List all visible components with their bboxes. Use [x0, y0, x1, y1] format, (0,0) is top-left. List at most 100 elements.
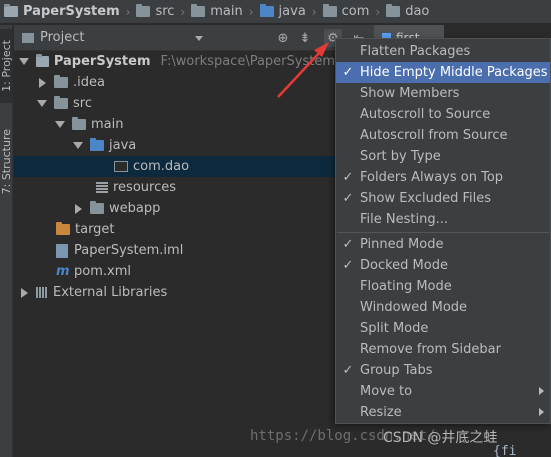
locate-icon[interactable]: ⊕	[274, 29, 292, 47]
menu-item-label: Show Members	[360, 86, 460, 101]
menu-item-windowed-mode[interactable]: Windowed Mode	[336, 297, 550, 318]
menu-item-autoscroll-from-source[interactable]: Autoscroll from Source	[336, 125, 550, 146]
check-icon: ✓	[342, 258, 354, 273]
gear-options-menu: Flatten Packages ✓ Hide Empty Middle Pac…	[335, 38, 551, 424]
chevron-right-icon: ›	[180, 4, 186, 19]
menu-item-move-to[interactable]: Move to	[336, 381, 550, 402]
tree-node-external-libraries[interactable]: External Libraries	[14, 282, 335, 303]
expand-arrow-icon[interactable]	[19, 58, 29, 65]
menu-item-label: Hide Empty Middle Packages	[360, 65, 548, 80]
maven-icon: m	[56, 264, 70, 279]
menu-item-show-excluded-files[interactable]: ✓ Show Excluded Files	[336, 188, 550, 209]
tree-node-src[interactable]: src	[14, 93, 335, 114]
menu-item-label: Pinned Mode	[360, 237, 444, 252]
menu-item-flatten-packages[interactable]: Flatten Packages	[336, 41, 550, 62]
source-folder-icon	[259, 4, 274, 17]
expand-arrow-icon[interactable]	[73, 142, 83, 149]
menu-item-show-members[interactable]: Show Members	[336, 83, 550, 104]
expand-arrow-icon[interactable]	[55, 121, 65, 128]
menu-item-label: Autoscroll from Source	[360, 128, 508, 143]
menu-item-autoscroll-to-source[interactable]: Autoscroll to Source	[336, 104, 550, 125]
collapse-arrow-icon[interactable]	[21, 287, 28, 298]
menu-item-label: Folders Always on Top	[360, 170, 504, 185]
watermark-csdn: CSDN @井底之蛙	[383, 430, 498, 446]
menu-item-split-mode[interactable]: Split Mode	[336, 318, 550, 339]
tree-node-label: main	[91, 117, 124, 132]
check-icon: ✓	[342, 191, 354, 206]
menu-item-resize[interactable]: Resize	[336, 402, 550, 423]
menu-item-label: Floating Mode	[360, 279, 452, 294]
module-file-icon	[56, 243, 68, 258]
tree-node-webapp[interactable]: webapp	[14, 198, 335, 219]
tree-node-iml[interactable]: PaperSystem.iml	[14, 240, 335, 261]
tree-node-label: pom.xml	[74, 264, 131, 279]
tree-node-label: com.dao	[133, 159, 190, 174]
tree-node-target[interactable]: target	[14, 219, 335, 240]
breadcrumb-item-com[interactable]: com	[322, 4, 369, 19]
excluded-folder-icon	[56, 222, 70, 235]
breadcrumb-item-src[interactable]: src	[136, 4, 174, 19]
menu-item-label: Resize	[360, 405, 402, 420]
menu-item-group-tabs[interactable]: ✓ Group Tabs	[336, 360, 550, 381]
tree-node-label: java	[109, 138, 137, 153]
tree-node-pom[interactable]: m pom.xml	[14, 261, 335, 282]
menu-item-docked-mode[interactable]: ✓ Docked Mode	[336, 255, 550, 276]
menu-item-sort-by-type[interactable]: Sort by Type	[336, 146, 550, 167]
tree-node-resources[interactable]: resources	[14, 177, 335, 198]
menu-item-remove-from-sidebar[interactable]: Remove from Sidebar	[336, 339, 550, 360]
library-icon	[36, 287, 47, 298]
menu-item-floating-mode[interactable]: Floating Mode	[336, 276, 550, 297]
project-tree: PaperSystem F:\workspace\PaperSystem .id…	[14, 51, 335, 457]
project-view-icon	[22, 33, 34, 43]
breadcrumb-label: dao	[405, 4, 430, 19]
menu-item-folders-always-on-top[interactable]: ✓ Folders Always on Top	[336, 167, 550, 188]
breadcrumb-label: main	[210, 4, 243, 19]
package-icon	[322, 4, 337, 17]
collapse-all-icon[interactable]: ⇟	[296, 29, 314, 47]
chevron-right-icon: ›	[248, 4, 254, 19]
tree-node-idea[interactable]: .idea	[14, 72, 335, 93]
tree-node-main[interactable]: main	[14, 114, 335, 135]
breadcrumb-item-main[interactable]: main	[191, 4, 243, 19]
tool-tab-structure[interactable]: 7: Structure	[0, 117, 13, 207]
folder-icon	[136, 4, 151, 17]
breadcrumb-label: java	[278, 4, 306, 19]
expand-arrow-icon[interactable]	[37, 100, 47, 107]
menu-item-label: Autoscroll to Source	[360, 107, 491, 122]
breadcrumb-label: src	[155, 4, 175, 19]
project-panel-header: Project ⊕ ⇟ ⚙ ⇤	[14, 25, 374, 51]
breadcrumb: PaperSystem › src › main › java › com › …	[0, 0, 551, 24]
breadcrumb-item-dao[interactable]: dao	[386, 4, 429, 19]
tree-node-label: PaperSystem	[53, 54, 151, 69]
collapse-arrow-icon[interactable]	[39, 77, 46, 88]
menu-item-label: Sort by Type	[360, 149, 441, 164]
tree-node-project[interactable]: PaperSystem F:\workspace\PaperSystem	[14, 51, 335, 72]
tool-tab-project[interactable]: 1: Project	[0, 29, 13, 103]
menu-item-label: Flatten Packages	[360, 44, 471, 59]
folder-icon	[90, 201, 104, 214]
menu-item-hide-empty-middle-packages[interactable]: ✓ Hide Empty Middle Packages	[336, 62, 550, 83]
check-icon: ✓	[342, 237, 354, 252]
panel-title[interactable]: Project	[40, 30, 84, 45]
project-folder-icon	[4, 4, 18, 17]
tree-node-com-dao[interactable]: com.dao	[14, 156, 335, 177]
tool-tab-label: 7: Structure	[0, 129, 13, 195]
tree-node-path: F:\workspace\PaperSystem	[160, 54, 336, 69]
source-folder-icon	[90, 138, 104, 151]
chevron-right-icon: ›	[375, 4, 381, 19]
project-folder-icon	[36, 54, 49, 67]
menu-item-label: Windowed Mode	[360, 300, 468, 315]
code-fragment: {fi	[493, 444, 517, 457]
breadcrumb-label: PaperSystem	[23, 4, 120, 19]
menu-item-pinned-mode[interactable]: ✓ Pinned Mode	[336, 234, 550, 255]
folder-icon	[54, 75, 68, 88]
chevron-down-icon[interactable]	[195, 36, 203, 41]
collapse-arrow-icon[interactable]	[75, 203, 82, 214]
breadcrumb-item-root[interactable]: PaperSystem	[4, 4, 120, 19]
menu-item-label: Move to	[360, 384, 413, 399]
tree-node-label: PaperSystem.iml	[74, 243, 184, 258]
tree-node-java[interactable]: java	[14, 135, 335, 156]
breadcrumb-item-java[interactable]: java	[259, 4, 306, 19]
menu-item-file-nesting[interactable]: File Nesting...	[336, 209, 550, 230]
tree-node-label: .idea	[73, 75, 105, 90]
